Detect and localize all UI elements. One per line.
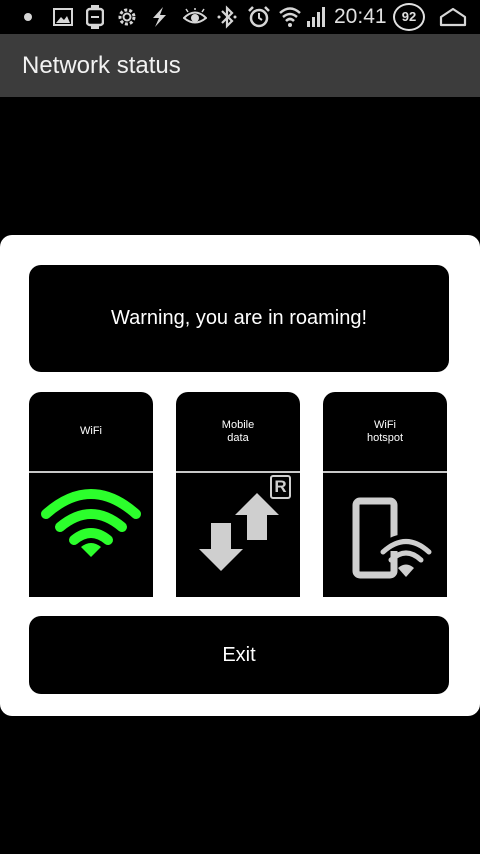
wifi-hotspot-tile-label: WiFi hotspot	[323, 419, 447, 445]
notification-dot-icon	[20, 4, 36, 30]
mobile-data-roaming-icon: R	[176, 473, 300, 597]
cell-signal-icon	[305, 4, 329, 30]
wifi-hotspot-label-line1: WiFi	[374, 418, 396, 431]
home-icon[interactable]	[438, 4, 468, 30]
app-bar: Network status	[0, 34, 480, 97]
mobile-data-tile-label: Mobile data	[176, 419, 300, 445]
roaming-badge: R	[274, 477, 287, 496]
wifi-tile-label: WiFi	[29, 425, 153, 438]
mobile-data-label-line1: Mobile	[221, 418, 255, 431]
battery-level: 92	[393, 3, 425, 31]
network-status-dialog: Warning, you are in roaming! WiFi Mobile…	[0, 235, 480, 716]
wifi-signal-icon	[278, 4, 302, 30]
roaming-warning-banner: Warning, you are in roaming!	[29, 265, 449, 372]
wifi-hotspot-tile[interactable]: WiFi hotspot	[323, 392, 447, 597]
wifi-tile[interactable]: WiFi	[29, 392, 153, 597]
phone-hotspot-icon	[323, 473, 447, 597]
mobile-data-tile[interactable]: Mobile data R	[176, 392, 300, 597]
clock: 20:41	[334, 5, 387, 28]
flash-icon	[148, 4, 170, 30]
page-title: Network status	[22, 52, 181, 79]
gallery-icon	[52, 4, 74, 30]
watch-icon	[84, 4, 106, 30]
gear-icon	[115, 4, 139, 30]
status-bar: 20:41 92	[0, 0, 480, 34]
eye-icon	[182, 4, 208, 30]
mobile-data-label-line2: data	[227, 431, 249, 444]
wifi-icon	[29, 473, 153, 597]
mobile-data-tile-header: Mobile data	[176, 392, 300, 471]
alarm-icon	[246, 4, 272, 30]
bluetooth-icon	[216, 4, 238, 30]
wifi-hotspot-tile-header: WiFi hotspot	[323, 392, 447, 471]
wifi-tile-header: WiFi	[29, 392, 153, 471]
roaming-warning-text: Warning, you are in roaming!	[110, 307, 368, 329]
wifi-label-line1: WiFi	[80, 425, 102, 437]
exit-button-label: Exit	[222, 643, 256, 666]
wifi-hotspot-label-line2: hotspot	[366, 431, 404, 444]
exit-button[interactable]: Exit	[29, 616, 449, 694]
